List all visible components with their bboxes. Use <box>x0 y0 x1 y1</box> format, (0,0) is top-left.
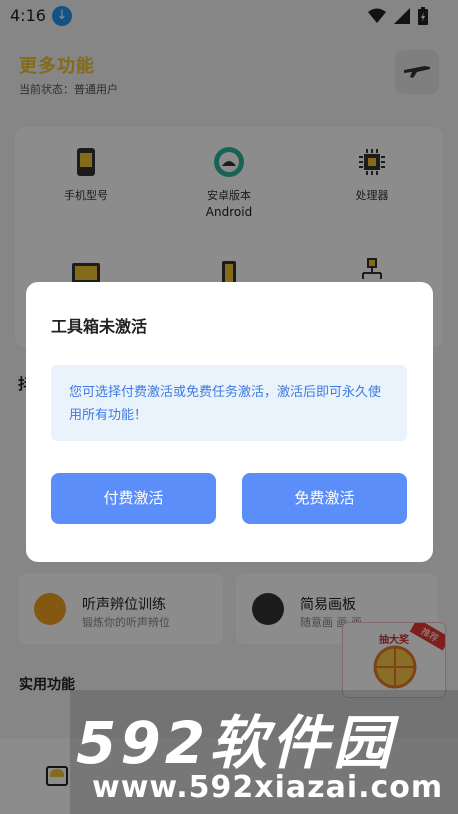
site-watermark: 592软件园 www.592xiazai.com <box>70 690 458 814</box>
watermark-url: www.592xiazai.com <box>92 770 444 805</box>
free-activate-button[interactable]: 免费激活 <box>242 473 407 524</box>
activation-dialog: 工具箱未激活 您可选择付费激活或免费任务激活，激活后即可永久使用所有功能！ 付费… <box>26 282 433 562</box>
watermark-brand: 592软件园 <box>76 709 396 777</box>
dialog-title: 工具箱未激活 <box>51 317 148 336</box>
paid-activate-button[interactable]: 付费激活 <box>51 473 216 524</box>
dialog-message: 您可选择付费激活或免费任务激活，激活后即可永久使用所有功能！ <box>51 365 407 441</box>
